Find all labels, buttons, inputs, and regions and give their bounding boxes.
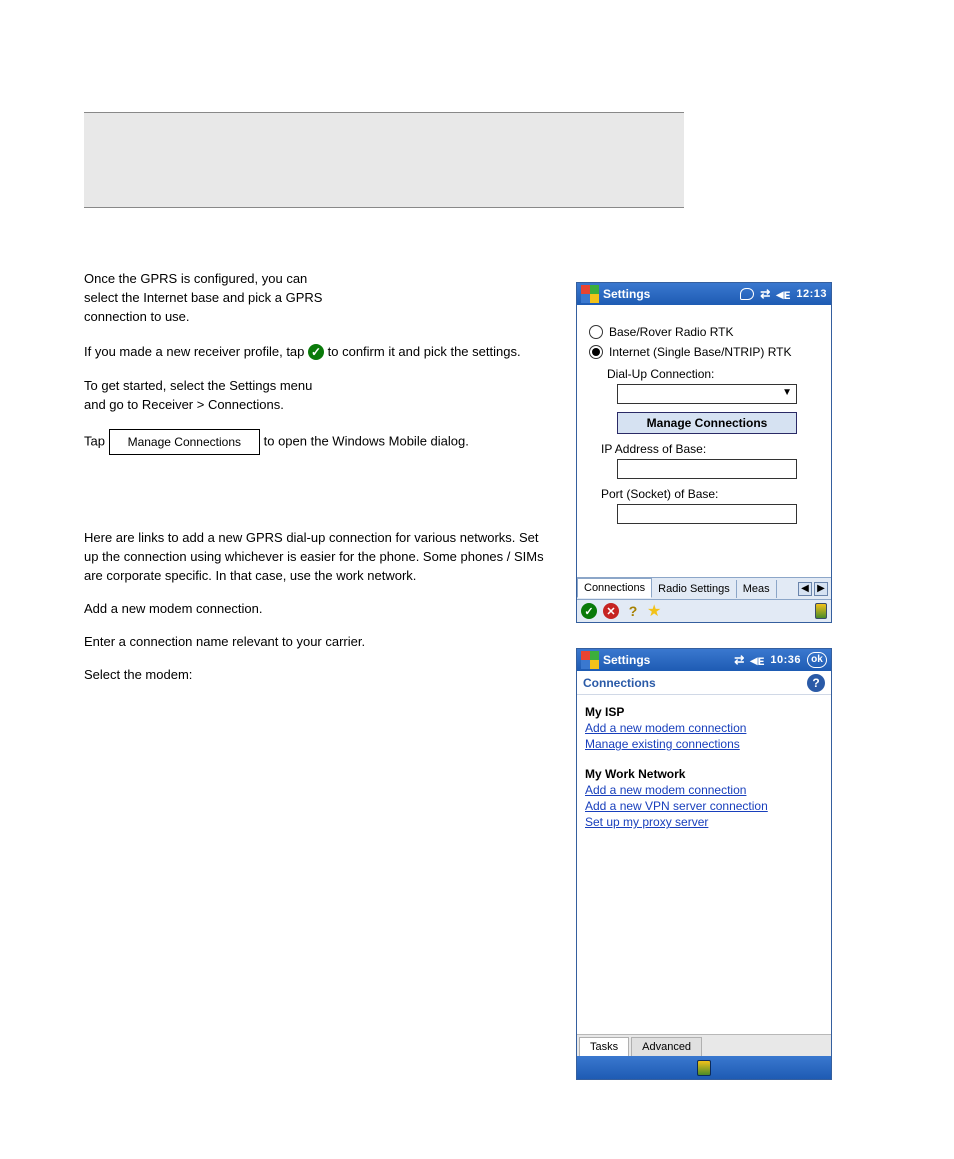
body-paragraph: Add a new modem connection.	[84, 600, 554, 619]
group-my-isp-title: My ISP	[585, 705, 823, 719]
connections-subheader: Connections ?	[577, 671, 831, 695]
ip-label: IP Address of Base:	[601, 442, 819, 456]
radio-label: Base/Rover Radio RTK	[609, 325, 734, 339]
radio-internet-ntrip-rtk[interactable]: Internet (Single Base/NTRIP) RTK	[589, 345, 819, 359]
body-line: and go to Receiver > Connections.	[84, 397, 284, 412]
body-line: to open the Windows Mobile dialog.	[264, 434, 469, 449]
radio-icon	[589, 345, 603, 359]
clock-time: 12:13	[796, 288, 827, 300]
subheader-title: Connections	[583, 676, 656, 690]
link-add-vpn[interactable]: Add a new VPN server connection	[585, 799, 823, 813]
connections-body: My ISP Add a new modem connection Manage…	[577, 695, 831, 837]
window-title: Settings	[603, 287, 740, 301]
ok-button[interactable]: ok	[807, 652, 827, 668]
port-label: Port (Socket) of Base:	[601, 487, 819, 501]
link-add-modem-isp[interactable]: Add a new modem connection	[585, 721, 823, 735]
link-manage-existing[interactable]: Manage existing connections	[585, 737, 823, 751]
manage-connections-button[interactable]: Manage Connections	[617, 412, 797, 434]
bottom-toolbar: ✓ ✕ ? ★	[577, 599, 831, 622]
tab-advanced[interactable]: Advanced	[631, 1037, 702, 1056]
tab-measurements[interactable]: Meas	[737, 580, 777, 598]
ok-button-icon[interactable]: ✓	[581, 603, 597, 619]
manage-connections-inline-button: Manage Connections	[109, 429, 260, 455]
body-line: connection to use.	[84, 309, 190, 324]
group-my-work-title: My Work Network	[585, 767, 823, 781]
radio-label: Internet (Single Base/NTRIP) RTK	[609, 345, 792, 359]
ok-check-icon: ✓	[308, 344, 324, 360]
help-icon[interactable]: ?	[625, 603, 641, 619]
body-paragraph: Enter a connection name relevant to your…	[84, 633, 554, 652]
body-line: To get started, select the Settings menu	[84, 378, 312, 393]
radio-icon	[589, 325, 603, 339]
tab-radio-settings[interactable]: Radio Settings	[652, 580, 737, 598]
status-icons: ◂ᴇ 10:36 ok	[734, 652, 827, 669]
ip-address-input[interactable]	[617, 459, 797, 479]
tab-connections[interactable]: Connections	[577, 578, 652, 598]
tab-scroll-right-icon[interactable]: ▶	[814, 582, 828, 596]
window-title: Settings	[603, 653, 734, 667]
screenshot-connections: Settings ◂ᴇ 10:36 ok Connections ? My IS…	[576, 648, 832, 1080]
screenshot-settings-rtk: Settings ◂ᴇ 12:13 Base/Rover Radio RTK I…	[576, 282, 832, 623]
tab-scroll-left-icon[interactable]: ◀	[798, 582, 812, 596]
window-titlebar: Settings ◂ᴇ 10:36 ok	[577, 649, 831, 671]
body-line: Tap	[84, 434, 109, 449]
keyboard-icon[interactable]	[697, 1060, 711, 1076]
status-icons: ◂ᴇ 12:13	[740, 286, 827, 303]
body-line: select the Internet base and pick a GPRS	[84, 290, 322, 305]
window-titlebar: Settings ◂ᴇ 12:13	[577, 283, 831, 305]
body-line: to confirm it and pick the settings.	[328, 344, 521, 359]
link-proxy[interactable]: Set up my proxy server	[585, 815, 823, 829]
speaker-icon: ◂ᴇ	[776, 286, 790, 303]
tab-scroll-buttons: ◀ ▶	[798, 582, 831, 596]
settings-body: Base/Rover Radio RTK Internet (Single Ba…	[577, 305, 831, 524]
bottom-bar	[577, 1056, 831, 1079]
port-input[interactable]	[617, 504, 797, 524]
star-icon[interactable]: ★	[647, 601, 661, 621]
body-paragraph: Here are links to add a new GPRS dial-up…	[84, 529, 554, 586]
radio-base-rover-rtk[interactable]: Base/Rover Radio RTK	[589, 325, 819, 339]
tab-tasks[interactable]: Tasks	[579, 1037, 629, 1056]
tab-strip: Tasks Advanced	[577, 1034, 831, 1056]
speaker-icon: ◂ᴇ	[750, 652, 764, 669]
dialup-label: Dial-Up Connection:	[607, 367, 819, 381]
body-text-column: Once the GPRS is configured, you can sel…	[84, 270, 554, 685]
data-arrows-icon	[734, 653, 744, 667]
tab-strip: Connections Radio Settings Meas ◀ ▶	[577, 577, 831, 599]
data-arrows-icon	[760, 287, 770, 301]
windows-flag-icon	[581, 285, 599, 303]
clock-time: 10:36	[770, 654, 801, 666]
body-paragraph: Select the modem:	[84, 666, 554, 685]
chat-bubble-icon	[740, 288, 754, 300]
windows-flag-icon	[581, 651, 599, 669]
battery-icon	[815, 603, 827, 619]
cancel-button-icon[interactable]: ✕	[603, 603, 619, 619]
link-add-modem-work[interactable]: Add a new modem connection	[585, 783, 823, 797]
dialup-dropdown[interactable]	[617, 384, 797, 404]
help-icon[interactable]: ?	[807, 674, 825, 692]
header-box	[84, 112, 684, 208]
body-line: Once the GPRS is configured, you can	[84, 271, 307, 286]
body-line: If you made a new receiver profile, tap	[84, 344, 304, 359]
